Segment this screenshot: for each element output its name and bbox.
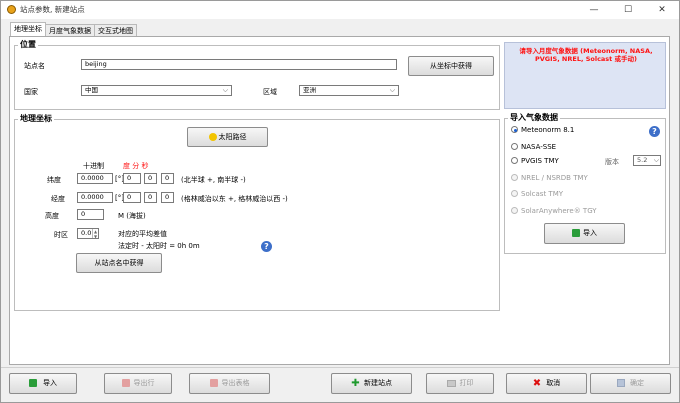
- longitude-seconds-input[interactable]: 0: [161, 192, 174, 203]
- longitude-decimal-input[interactable]: 0.0000: [77, 192, 113, 203]
- option-meteonorm-label: Meteonorm 8.1: [521, 126, 575, 134]
- radio-pvgis-tmy[interactable]: [511, 157, 518, 164]
- legal-solar-time-diff: 法定时 - 太阳时 = 0h 0m: [118, 242, 200, 250]
- latitude-hint: (北半球 +, 南半球 -): [181, 176, 246, 184]
- option-solcast-label: Solcast TMY: [521, 190, 564, 198]
- export-icon: [121, 379, 130, 387]
- altitude-label: 高度: [45, 212, 59, 220]
- new-site-button[interactable]: ✚ 新建站点: [331, 373, 412, 394]
- longitude-degrees-input[interactable]: 0: [123, 192, 141, 203]
- chevron-down-icon: ⌵: [222, 86, 228, 94]
- close-icon: ✖: [532, 377, 542, 389]
- timezone-label: 时区: [54, 231, 68, 239]
- site-name-label: 站点名: [24, 62, 45, 70]
- dms-header: 度 分 秒: [123, 162, 149, 170]
- geo-group-title: 地理坐标: [18, 113, 54, 124]
- app-icon: [7, 5, 16, 14]
- radio-meteonorm[interactable]: [511, 126, 518, 133]
- title-bar: 站点参数, 新建站点 — ☐ ✕: [1, 1, 679, 19]
- timezone-input[interactable]: 0.0 ▲ ▼: [77, 228, 99, 239]
- get-from-coords-button[interactable]: 从坐标中获得: [408, 56, 494, 76]
- get-from-site-name-button[interactable]: 从站点名中获得: [76, 253, 162, 273]
- ok-label: 确定: [630, 379, 644, 387]
- site-name-input[interactable]: beijing: [81, 59, 397, 70]
- option-solaranywhere-label: SolarAnywhere® TGY: [521, 207, 597, 215]
- window-title: 站点参数, 新建站点: [20, 5, 85, 14]
- timezone-description: 对应的平均差值: [118, 230, 167, 238]
- chevron-down-icon: ⌵: [389, 86, 395, 94]
- longitude-minutes-input[interactable]: 0: [144, 192, 157, 203]
- export-row-button[interactable]: 导出行: [104, 373, 172, 394]
- chevron-down-icon: ⌵: [653, 156, 659, 164]
- maximize-button[interactable]: ☐: [611, 1, 645, 19]
- latitude-degrees-input[interactable]: 0: [123, 173, 141, 184]
- import-icon: [29, 379, 37, 387]
- radio-solaranywhere-tgy[interactable]: [511, 207, 518, 214]
- print-label: 打印: [459, 379, 474, 387]
- warning-text: 请导入月度气象数据 (Meteonorm, NASA, PVGIS, NREL,…: [519, 47, 653, 63]
- latitude-seconds-input[interactable]: 0: [161, 173, 174, 184]
- version-value: 5.2: [637, 156, 648, 164]
- cancel-button[interactable]: ✖ 取消: [506, 373, 587, 394]
- radio-solcast-tmy[interactable]: [511, 190, 518, 197]
- footer-divider: [1, 367, 679, 368]
- cancel-label: 取消: [546, 379, 561, 387]
- export-table-button[interactable]: 导出表格: [189, 373, 270, 394]
- latitude-label: 纬度: [47, 176, 61, 184]
- option-nasa-sse-label: NASA-SSE: [521, 143, 557, 151]
- plus-icon: ✚: [351, 377, 360, 389]
- region-label: 区域: [263, 88, 277, 96]
- country-select[interactable]: 中国 ⌵: [81, 85, 232, 96]
- export-table-label: 导出表格: [221, 379, 250, 387]
- region-value: 亚洲: [303, 86, 316, 94]
- help-icon[interactable]: ?: [261, 241, 272, 252]
- sun-path-label: 太阳路径: [218, 133, 247, 141]
- site-parameters-window: 站点参数, 新建站点 — ☐ ✕ 地理坐标 月度气象数据 交互式地图 位置 站点…: [0, 0, 680, 403]
- help-icon[interactable]: ?: [649, 126, 660, 137]
- altitude-input[interactable]: 0: [77, 209, 104, 220]
- option-nrel-label: NREL / NSRDB TMY: [521, 174, 588, 182]
- latitude-minutes-input[interactable]: 0: [144, 173, 157, 184]
- version-select[interactable]: 5.2 ⌵: [633, 155, 661, 166]
- spinner-arrows-icon[interactable]: ▲ ▼: [92, 229, 98, 238]
- footer-import-button[interactable]: 导入: [9, 373, 77, 394]
- option-pvgis-tmy-label: PVGIS TMY: [521, 157, 559, 165]
- printer-icon: [446, 379, 456, 387]
- location-group: [14, 45, 500, 110]
- save-icon: [617, 379, 625, 387]
- import-icon: [572, 229, 580, 237]
- country-label: 国家: [24, 88, 38, 96]
- ok-button[interactable]: 确定: [590, 373, 671, 394]
- country-value: 中国: [85, 86, 98, 94]
- new-site-label: 新建站点: [364, 379, 392, 387]
- import-group-title: 导入气象数据: [508, 112, 560, 123]
- longitude-hint: (格林威治以东 +, 格林威治以西 -): [181, 195, 288, 203]
- latitude-decimal-input[interactable]: 0.0000: [77, 173, 113, 184]
- version-label: 版本: [605, 158, 619, 166]
- decimal-header: 十进制: [83, 162, 104, 170]
- radio-nrel-nsrdb[interactable]: [511, 174, 518, 181]
- footer-import-label: 导入: [43, 379, 57, 387]
- import-meteo-button[interactable]: 导入: [544, 223, 625, 244]
- print-button[interactable]: 打印: [426, 373, 494, 394]
- location-group-title: 位置: [18, 39, 38, 50]
- altitude-unit: M (海拔): [118, 212, 146, 220]
- export-row-label: 导出行: [133, 379, 155, 387]
- timezone-value: 0.0: [81, 229, 92, 237]
- sun-path-button[interactable]: 太阳路径: [187, 127, 268, 147]
- radio-nasa-sse[interactable]: [511, 143, 518, 150]
- import-meteo-label: 导入: [583, 229, 597, 237]
- region-select[interactable]: 亚洲 ⌵: [299, 85, 399, 96]
- longitude-label: 经度: [51, 195, 65, 203]
- tab-geo-coordinates[interactable]: 地理坐标: [10, 22, 46, 37]
- sun-icon: [208, 133, 217, 141]
- minimize-button[interactable]: —: [577, 1, 611, 19]
- warning-box: 请导入月度气象数据 (Meteonorm, NASA, PVGIS, NREL,…: [504, 42, 666, 109]
- export-icon: [209, 379, 218, 387]
- close-window-button[interactable]: ✕: [645, 1, 679, 19]
